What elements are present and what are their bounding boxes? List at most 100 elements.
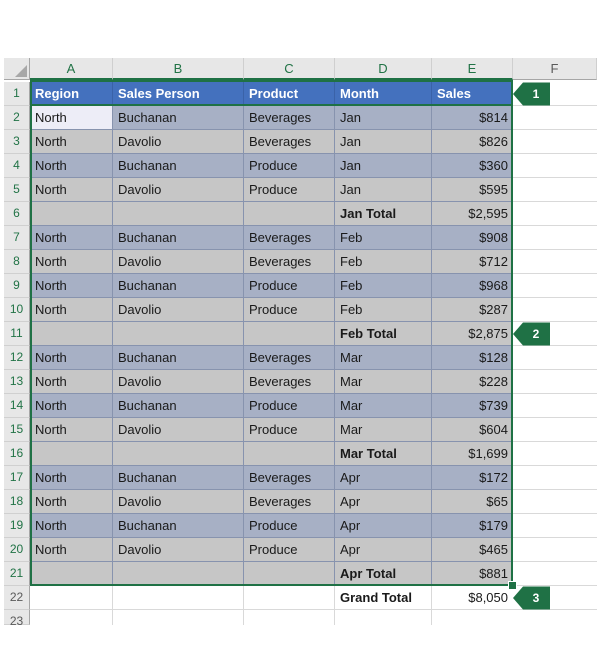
selection-fill-handle[interactable] bbox=[508, 581, 517, 590]
cell-F3[interactable] bbox=[513, 130, 597, 154]
cell-A14[interactable]: North bbox=[30, 394, 113, 418]
cell-F2[interactable] bbox=[513, 106, 597, 130]
cell-D5[interactable]: Jan bbox=[335, 178, 432, 202]
row-header-11[interactable]: 11 bbox=[4, 322, 30, 346]
cell-C17[interactable]: Beverages bbox=[244, 466, 335, 490]
row-header-1[interactable]: 1 bbox=[4, 82, 30, 106]
cell-E17[interactable]: $172 bbox=[432, 466, 513, 490]
cell-A22[interactable] bbox=[30, 586, 113, 610]
cell-E4[interactable]: $360 bbox=[432, 154, 513, 178]
cell-D16[interactable]: Mar Total bbox=[335, 442, 432, 466]
row-header-20[interactable]: 20 bbox=[4, 538, 30, 562]
cell-E14[interactable]: $739 bbox=[432, 394, 513, 418]
cell-E20[interactable]: $465 bbox=[432, 538, 513, 562]
cell-A15[interactable]: North bbox=[30, 418, 113, 442]
cell-E6[interactable]: $2,595 bbox=[432, 202, 513, 226]
cell-A5[interactable]: North bbox=[30, 178, 113, 202]
cell-C3[interactable]: Beverages bbox=[244, 130, 335, 154]
cell-F4[interactable] bbox=[513, 154, 597, 178]
cell-A12[interactable]: North bbox=[30, 346, 113, 370]
cell-C13[interactable]: Beverages bbox=[244, 370, 335, 394]
cell-F18[interactable] bbox=[513, 490, 597, 514]
cell-A23[interactable] bbox=[30, 610, 113, 625]
cell-C15[interactable]: Produce bbox=[244, 418, 335, 442]
cell-F21[interactable] bbox=[513, 562, 597, 586]
cell-B8[interactable]: Davolio bbox=[113, 250, 244, 274]
row-header-21[interactable]: 21 bbox=[4, 562, 30, 586]
row-header-22[interactable]: 22 bbox=[4, 586, 30, 610]
cell-B4[interactable]: Buchanan bbox=[113, 154, 244, 178]
cell-A17[interactable]: North bbox=[30, 466, 113, 490]
cell-A13[interactable]: North bbox=[30, 370, 113, 394]
cell-D9[interactable]: Feb bbox=[335, 274, 432, 298]
cell-F19[interactable] bbox=[513, 514, 597, 538]
cell-D15[interactable]: Mar bbox=[335, 418, 432, 442]
cell-C7[interactable]: Beverages bbox=[244, 226, 335, 250]
column-header-D[interactable]: D bbox=[335, 58, 432, 80]
cell-F20[interactable] bbox=[513, 538, 597, 562]
cell-B17[interactable]: Buchanan bbox=[113, 466, 244, 490]
cell-E10[interactable]: $287 bbox=[432, 298, 513, 322]
row-header-8[interactable]: 8 bbox=[4, 250, 30, 274]
cell-B14[interactable]: Buchanan bbox=[113, 394, 244, 418]
row-header-17[interactable]: 17 bbox=[4, 466, 30, 490]
cell-B2[interactable]: Buchanan bbox=[113, 106, 244, 130]
cell-B6[interactable] bbox=[113, 202, 244, 226]
cell-D8[interactable]: Feb bbox=[335, 250, 432, 274]
cell-D21[interactable]: Apr Total bbox=[335, 562, 432, 586]
row-header-7[interactable]: 7 bbox=[4, 226, 30, 250]
row-header-13[interactable]: 13 bbox=[4, 370, 30, 394]
cell-A10[interactable]: North bbox=[30, 298, 113, 322]
cell-F17[interactable] bbox=[513, 466, 597, 490]
cell-E9[interactable]: $968 bbox=[432, 274, 513, 298]
cell-E15[interactable]: $604 bbox=[432, 418, 513, 442]
cell-D12[interactable]: Mar bbox=[335, 346, 432, 370]
row-header-23[interactable]: 23 bbox=[4, 610, 30, 628]
cell-B13[interactable]: Davolio bbox=[113, 370, 244, 394]
cell-E2[interactable]: $814 bbox=[432, 106, 513, 130]
cell-A8[interactable]: North bbox=[30, 250, 113, 274]
cell-E11[interactable]: $2,875 bbox=[432, 322, 513, 346]
row-header-19[interactable]: 19 bbox=[4, 514, 30, 538]
cell-E7[interactable]: $908 bbox=[432, 226, 513, 250]
cell-C6[interactable] bbox=[244, 202, 335, 226]
cell-A7[interactable]: North bbox=[30, 226, 113, 250]
cell-E13[interactable]: $228 bbox=[432, 370, 513, 394]
cell-D14[interactable]: Mar bbox=[335, 394, 432, 418]
cell-C19[interactable]: Produce bbox=[244, 514, 335, 538]
cell-F7[interactable] bbox=[513, 226, 597, 250]
cell-A1[interactable]: Region bbox=[30, 82, 113, 106]
cell-B9[interactable]: Buchanan bbox=[113, 274, 244, 298]
cell-D10[interactable]: Feb bbox=[335, 298, 432, 322]
cell-B7[interactable]: Buchanan bbox=[113, 226, 244, 250]
row-header-5[interactable]: 5 bbox=[4, 178, 30, 202]
row-header-16[interactable]: 16 bbox=[4, 442, 30, 466]
cell-B21[interactable] bbox=[113, 562, 244, 586]
column-header-C[interactable]: C bbox=[244, 58, 335, 80]
cell-F8[interactable] bbox=[513, 250, 597, 274]
column-header-E[interactable]: E bbox=[432, 58, 513, 80]
cell-F9[interactable] bbox=[513, 274, 597, 298]
cell-F5[interactable] bbox=[513, 178, 597, 202]
cell-D13[interactable]: Mar bbox=[335, 370, 432, 394]
cell-C11[interactable] bbox=[244, 322, 335, 346]
cell-D19[interactable]: Apr bbox=[335, 514, 432, 538]
cell-B10[interactable]: Davolio bbox=[113, 298, 244, 322]
cell-F10[interactable] bbox=[513, 298, 597, 322]
row-header-4[interactable]: 4 bbox=[4, 154, 30, 178]
cell-E19[interactable]: $179 bbox=[432, 514, 513, 538]
cell-B22[interactable] bbox=[113, 586, 244, 610]
cell-C1[interactable]: Product bbox=[244, 82, 335, 106]
cell-B11[interactable] bbox=[113, 322, 244, 346]
cell-D20[interactable]: Apr bbox=[335, 538, 432, 562]
cell-A18[interactable]: North bbox=[30, 490, 113, 514]
row-header-12[interactable]: 12 bbox=[4, 346, 30, 370]
cell-A9[interactable]: North bbox=[30, 274, 113, 298]
cell-E5[interactable]: $595 bbox=[432, 178, 513, 202]
cell-A4[interactable]: North bbox=[30, 154, 113, 178]
row-header-14[interactable]: 14 bbox=[4, 394, 30, 418]
cell-E22[interactable]: $8,050 bbox=[432, 586, 513, 610]
cell-A16[interactable] bbox=[30, 442, 113, 466]
cell-D22[interactable]: Grand Total bbox=[335, 586, 432, 610]
select-all-corner[interactable] bbox=[4, 58, 30, 80]
